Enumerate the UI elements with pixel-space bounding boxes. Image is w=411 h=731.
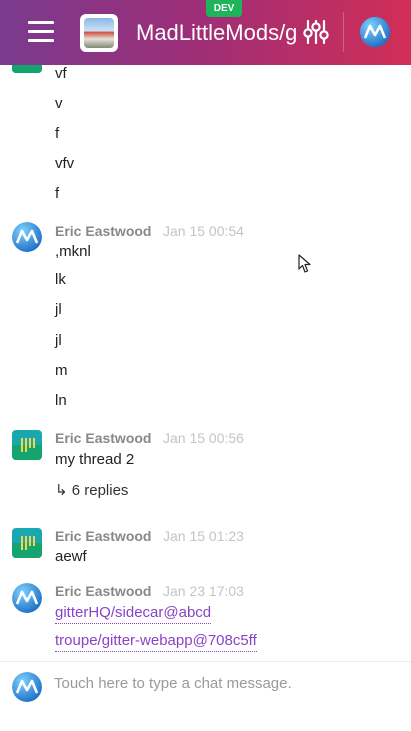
author-avatar[interactable] bbox=[12, 430, 42, 460]
message-timestamp[interactable]: Jan 15 00:54 bbox=[163, 222, 244, 240]
room-title[interactable]: MadLittleMods/gitter bbox=[136, 18, 296, 48]
message-text: aewf bbox=[55, 548, 87, 565]
message-text: f bbox=[55, 185, 60, 202]
user-avatar[interactable] bbox=[360, 17, 390, 47]
author-name[interactable]: Eric Eastwood bbox=[55, 222, 151, 240]
message-text: jl bbox=[55, 301, 62, 318]
message-timestamp[interactable]: Jan 15 00:56 bbox=[163, 429, 244, 447]
message-text: m bbox=[55, 362, 68, 379]
menu-icon[interactable] bbox=[28, 20, 54, 42]
commit-link[interactable]: gitterHQ/sidecar@abcd bbox=[55, 603, 212, 624]
author-name[interactable]: Eric Eastwood bbox=[55, 582, 151, 600]
current-user-avatar bbox=[12, 672, 42, 702]
message-text: ln bbox=[55, 392, 67, 409]
message-text: vfv bbox=[55, 155, 75, 172]
mouse-cursor-icon bbox=[298, 254, 312, 274]
author-avatar[interactable] bbox=[12, 583, 42, 613]
chat-message-input[interactable] bbox=[54, 668, 399, 714]
settings-sliders-icon[interactable] bbox=[302, 18, 330, 46]
message-text: vf bbox=[55, 65, 67, 82]
message-text: v bbox=[55, 95, 63, 112]
header-divider bbox=[343, 12, 344, 52]
thread-replies-link[interactable]: ↳ 6 replies bbox=[55, 481, 128, 501]
author-avatar[interactable] bbox=[12, 528, 42, 558]
author-name[interactable]: Eric Eastwood bbox=[55, 429, 151, 447]
app-header: MadLittleMods/gitter DEV bbox=[0, 0, 411, 65]
author-avatar[interactable] bbox=[12, 222, 42, 252]
message-text: jl bbox=[55, 332, 62, 349]
message-timestamp[interactable]: Jan 23 17:03 bbox=[163, 582, 244, 600]
chat-composer bbox=[0, 661, 411, 731]
room-avatar[interactable] bbox=[80, 14, 118, 52]
message-text: my thread 2 bbox=[55, 451, 135, 468]
message-text: lk bbox=[55, 271, 66, 288]
message-timestamp[interactable]: Jan 15 01:23 bbox=[163, 527, 244, 545]
dev-badge: DEV bbox=[206, 0, 242, 17]
gitter-bars-avatar bbox=[12, 65, 42, 73]
message-text: f bbox=[55, 125, 60, 142]
chat-list[interactable]: vf v f vfv f Eric Eastwood Jan 15 00:54 … bbox=[0, 65, 411, 661]
commit-link[interactable]: troupe/gitter-webapp@708c5ff bbox=[55, 631, 257, 652]
message-text: ,mknl bbox=[55, 243, 91, 260]
author-name[interactable]: Eric Eastwood bbox=[55, 527, 151, 545]
